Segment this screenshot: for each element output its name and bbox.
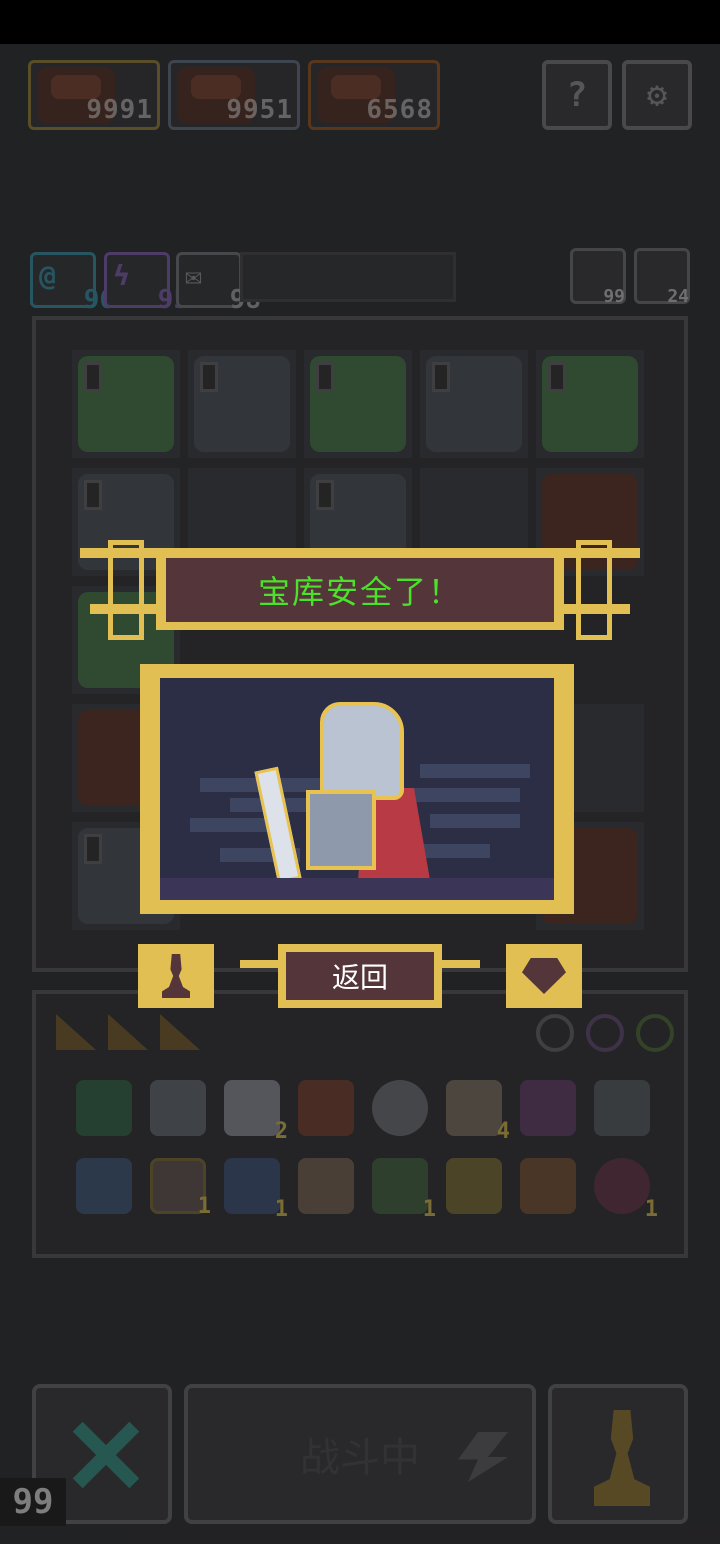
pawn-info-button[interactable]: [138, 944, 214, 1008]
knight-body: [306, 790, 376, 870]
floor: [160, 878, 554, 900]
back-button[interactable]: 返回: [278, 944, 442, 1008]
gem-button[interactable]: [506, 944, 582, 1008]
banner-post-left: [108, 540, 144, 640]
status-bar: [0, 0, 720, 44]
reward-picture: [140, 664, 574, 914]
knight-scene: [160, 678, 554, 900]
popup-banner: 宝库安全了！: [78, 540, 642, 640]
gem-icon: [522, 958, 566, 994]
back-label: 返回: [286, 952, 434, 1000]
pawn-icon: [162, 954, 190, 998]
banner-post-right: [576, 540, 612, 640]
popup-title: 宝库安全了！: [166, 558, 554, 622]
knight-helmet: [320, 702, 404, 800]
